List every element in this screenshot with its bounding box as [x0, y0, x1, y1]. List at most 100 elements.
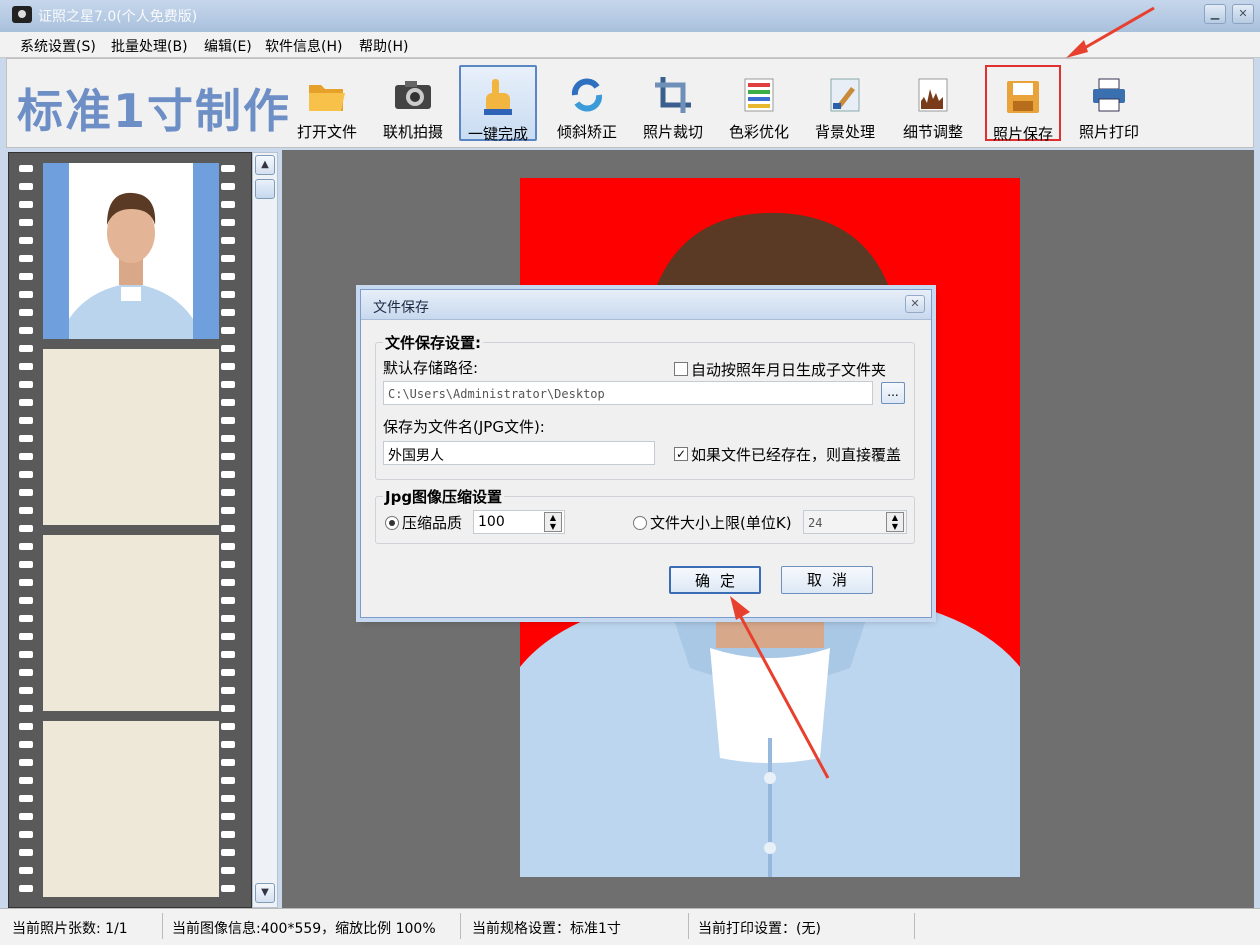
status-spec: 当前规格设置：标准1寸 — [472, 921, 621, 937]
thumbnail-empty-4[interactable] — [43, 721, 219, 897]
mode-heading: 标准1寸制作 — [17, 84, 292, 138]
film-perforation — [19, 867, 33, 874]
cancel-button[interactable]: 取消 — [781, 566, 873, 594]
size-limit-label: 文件大小上限(单位K) — [650, 514, 792, 532]
size-limit-radio[interactable] — [633, 516, 647, 530]
scroll-up-icon[interactable]: ▲ — [255, 155, 275, 175]
save-settings-legend: 文件保存设置: — [383, 332, 483, 353]
film-perforation — [221, 777, 235, 784]
thumbnail-filmstrip — [8, 152, 252, 908]
film-perforation — [19, 183, 33, 190]
dialog-title: 文件保存 — [373, 300, 429, 316]
color-optimize-label: 色彩优化 — [728, 123, 789, 141]
scroll-thumb[interactable] — [255, 179, 275, 199]
film-perforation — [221, 633, 235, 640]
menu-batch[interactable]: 批量处理(B) — [111, 36, 188, 56]
film-perforation — [19, 579, 33, 586]
dialog-close-icon[interactable]: ✕ — [905, 295, 925, 313]
close-window-button[interactable]: ✕ — [1232, 4, 1254, 24]
film-perforation — [221, 885, 235, 892]
filmstrip-scrollbar[interactable]: ▲ ▼ — [252, 152, 278, 908]
scroll-down-icon[interactable]: ▼ — [255, 883, 275, 903]
filename-input[interactable]: 外国男人 — [383, 441, 655, 465]
film-perforation — [221, 345, 235, 352]
one-click-label: 一键完成 — [467, 125, 528, 143]
menu-edit[interactable]: 编辑(E) — [204, 36, 252, 56]
film-perforation — [221, 165, 235, 172]
overwrite-checkbox[interactable]: ✓ — [674, 447, 688, 461]
print-photo-button[interactable]: 照片打印 — [1069, 65, 1149, 141]
color-bars-icon — [739, 75, 779, 115]
quality-spinner-icon[interactable]: ▲ ▼ — [544, 512, 562, 532]
auto-folder-label: 自动按照年月日生成子文件夹 — [691, 361, 887, 379]
film-perforation — [19, 633, 33, 640]
status-separator — [162, 913, 163, 939]
size-limit-spinner-icon[interactable]: ▲ ▼ — [886, 512, 904, 532]
save-photo-button[interactable]: 照片保存 — [985, 65, 1061, 143]
thumbnail-empty-3[interactable] — [43, 535, 219, 711]
film-perforation — [221, 615, 235, 622]
tilt-correct-label: 倾斜矫正 — [556, 123, 617, 141]
film-perforation — [221, 759, 235, 766]
film-perforation — [19, 615, 33, 622]
menu-system-settings[interactable]: 系统设置(S) — [20, 36, 96, 56]
detail-adjust-button[interactable]: 细节调整 — [893, 65, 973, 141]
film-perforation — [19, 453, 33, 460]
crop-label: 照片裁切 — [642, 123, 703, 141]
film-perforation — [19, 201, 33, 208]
crop-button[interactable]: 照片裁切 — [633, 65, 713, 141]
film-perforation — [221, 741, 235, 748]
film-perforation — [221, 525, 235, 532]
one-click-button[interactable]: 一键完成 — [459, 65, 537, 143]
film-perforation — [19, 219, 33, 226]
film-perforation — [19, 417, 33, 424]
film-perforation — [19, 381, 33, 388]
film-perforation — [221, 219, 235, 226]
save-path-input[interactable]: C:\Users\Administrator\Desktop — [383, 381, 873, 405]
film-perforation — [19, 597, 33, 604]
film-perforation — [221, 813, 235, 820]
minimize-button[interactable]: ▁ — [1204, 4, 1226, 24]
film-perforation — [221, 453, 235, 460]
film-perforation — [221, 255, 235, 262]
film-perforation — [19, 795, 33, 802]
film-perforation — [19, 309, 33, 316]
toolbar: 标准1寸制作 打开文件 联机拍摄 一键完成 倾斜矫正 照片裁切 色彩优化 背景处… — [6, 58, 1254, 148]
status-bar: 当前照片张数: 1/1 当前图像信息:400*559，缩放比例 100% 当前规… — [0, 908, 1260, 945]
auto-folder-checkbox[interactable] — [674, 362, 688, 376]
open-file-label: 打开文件 — [296, 123, 357, 141]
printer-icon — [1089, 75, 1129, 115]
film-perforation — [19, 759, 33, 766]
print-photo-label: 照片打印 — [1078, 123, 1139, 141]
camera-capture-button[interactable]: 联机拍摄 — [373, 65, 453, 141]
film-perforation — [221, 435, 235, 442]
film-perforation — [19, 471, 33, 478]
color-optimize-button[interactable]: 色彩优化 — [719, 65, 799, 141]
film-perforation — [19, 705, 33, 712]
rotate-icon — [567, 75, 607, 115]
histogram-icon — [913, 75, 953, 115]
browse-button[interactable]: ... — [881, 382, 905, 404]
folder-icon — [307, 75, 347, 115]
film-perforation — [19, 561, 33, 568]
film-perforation — [221, 309, 235, 316]
film-perforation — [221, 687, 235, 694]
thumbnail-empty-2[interactable] — [43, 349, 219, 525]
menu-help[interactable]: 帮助(H) — [359, 36, 408, 56]
quality-radio[interactable] — [385, 516, 399, 530]
menu-software-info[interactable]: 软件信息(H) — [265, 36, 342, 56]
film-perforation — [19, 669, 33, 676]
film-perforation — [19, 237, 33, 244]
title-bar: 证照之星7.0(个人免费版) ▁ ✕ — [0, 0, 1260, 32]
thumbnail-photo-1[interactable] — [43, 163, 219, 339]
dialog-title-bar: 文件保存 ✕ — [361, 290, 931, 320]
film-perforation — [19, 489, 33, 496]
tilt-correct-button[interactable]: 倾斜矫正 — [547, 65, 627, 141]
film-perforation — [19, 723, 33, 730]
background-button[interactable]: 背景处理 — [805, 65, 885, 141]
open-file-button[interactable]: 打开文件 — [287, 65, 367, 141]
jpg-settings-legend: Jpg图像压缩设置 — [383, 486, 505, 507]
film-perforation — [221, 381, 235, 388]
ok-button[interactable]: 确定 — [669, 566, 761, 594]
hand-icon — [478, 77, 518, 117]
